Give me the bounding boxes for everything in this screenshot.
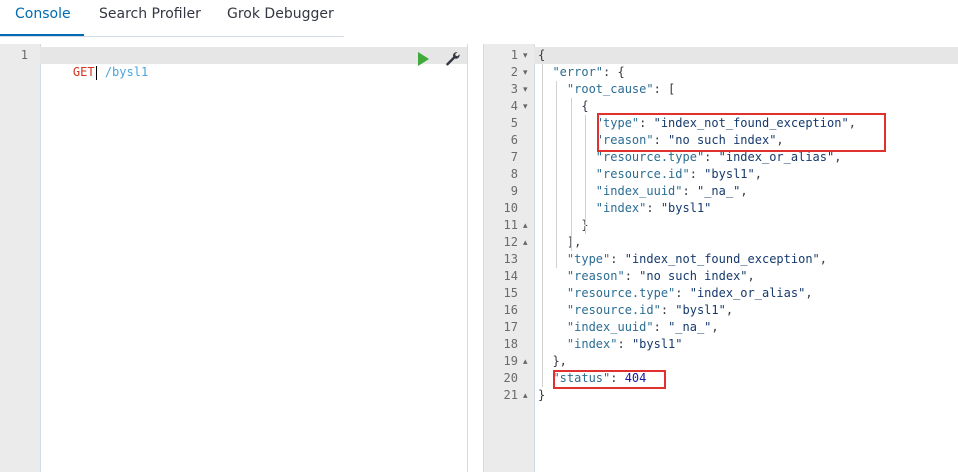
response-code-line: } (538, 218, 589, 232)
response-line-number: 11 (503, 218, 518, 232)
response-code-line: "status": 404 (552, 371, 647, 385)
response-line-number: 1 (510, 48, 518, 62)
response-viewer[interactable]: 1 ▾{2 ▾ "error": {3 ▾ "root_cause": [4 ▾ {5 … (483, 44, 958, 472)
response-line-number: 7 (510, 150, 518, 164)
response-code-line: { (538, 99, 589, 113)
fold-down-icon[interactable]: ▾ (523, 47, 528, 64)
response-code-line: "index_uuid": "_na_", (595, 184, 748, 198)
response-line-number: 12 (503, 235, 518, 249)
request-method: GET (72, 65, 95, 79)
response-line-number: 3 (510, 82, 518, 96)
response-line-number: 21 (503, 388, 518, 402)
response-code-line: "reason": "no such index", (566, 269, 755, 283)
response-code-line: "reason": "no such index", (595, 133, 784, 147)
response-line-number: 2 (510, 65, 518, 79)
indent-guide (585, 115, 586, 234)
indent-guide (542, 64, 543, 387)
fold-up-icon[interactable]: ▴ (523, 387, 528, 404)
fold-down-icon[interactable]: ▾ (523, 81, 528, 98)
tab-search-profiler[interactable]: Search Profiler (99, 0, 201, 32)
response-line-number: 18 (503, 337, 518, 351)
response-code-line: "resource.id": "bysl1", (566, 303, 734, 317)
fold-down-icon[interactable]: ▾ (523, 64, 528, 81)
wrench-icon[interactable] (444, 50, 460, 66)
tab-grok-debugger[interactable]: Grok Debugger (227, 0, 334, 32)
request-path: /bysl1 (104, 65, 149, 79)
response-line-number: 14 (503, 269, 518, 283)
app-tabs: Console Search Profiler Grok Debugger (0, 0, 958, 37)
response-code-line: "type": "index_not_found_exception", (566, 252, 828, 266)
response-line-number: 8 (510, 167, 518, 181)
response-code-line: "resource.type": "index_or_alias", (566, 286, 813, 300)
response-code-line: "index_uuid": "_na_", (566, 320, 719, 334)
fold-up-icon[interactable]: ▴ (523, 217, 528, 234)
tab-console[interactable]: Console (15, 0, 71, 32)
response-code-line: "index": "bysl1" (566, 337, 683, 351)
response-code-line: "root_cause": [ (566, 82, 676, 96)
response-code-line: } (538, 388, 546, 402)
response-code-line: "resource.type": "index_or_alias", (595, 150, 842, 164)
response-line-number: 4 (510, 99, 518, 113)
indent-guide (556, 81, 557, 268)
response-code-line: { (538, 48, 546, 62)
response-line-number: 19 (503, 354, 518, 368)
fold-up-icon[interactable]: ▴ (523, 234, 528, 251)
fold-down-icon[interactable]: ▾ (523, 98, 528, 115)
response-active-line (534, 47, 958, 64)
response-line-number: 16 (503, 303, 518, 317)
response-line-number: 15 (503, 286, 518, 300)
response-line-number: 20 (503, 371, 518, 385)
response-line-number: 17 (503, 320, 518, 334)
response-line-number: 5 (510, 116, 518, 130)
play-icon[interactable] (418, 52, 429, 66)
response-line-number: 6 (510, 133, 518, 147)
response-code-line: "error": { (552, 65, 625, 79)
request-line[interactable]: GET /bysl1 (44, 47, 148, 80)
response-line-number: 10 (503, 201, 518, 215)
text-cursor (95, 65, 97, 80)
response-line-number: 13 (503, 252, 518, 266)
fold-up-icon[interactable]: ▴ (523, 353, 528, 370)
tabs-divider (0, 36, 344, 37)
indent-guide (571, 98, 572, 251)
request-editor[interactable]: 1 GET /bysl1 (0, 44, 468, 472)
response-line-number: 9 (510, 184, 518, 198)
response-code-line: "index": "bysl1" (595, 201, 712, 215)
request-line-number: 1 (20, 48, 28, 62)
response-code-line: ], (538, 235, 582, 249)
request-gutter (0, 44, 41, 472)
